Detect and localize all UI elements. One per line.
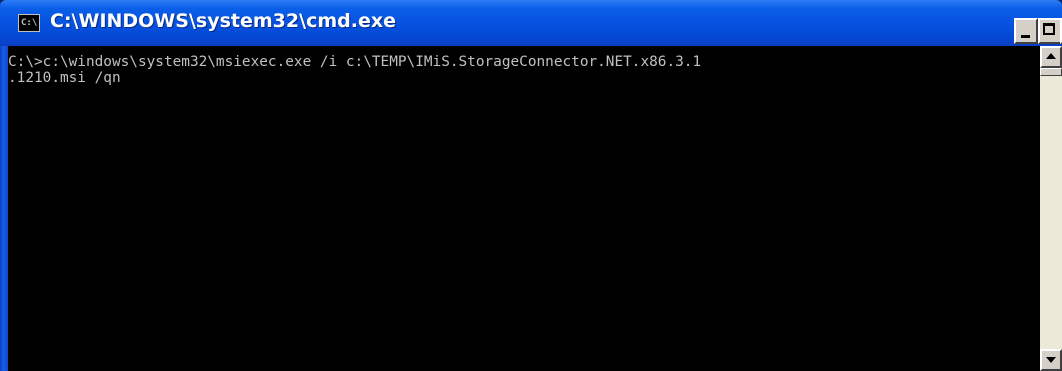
minimize-icon [1021, 35, 1030, 38]
console-output[interactable]: C:\>c:\windows\system32\msiexec.exe /i c… [8, 46, 1040, 371]
title-bar[interactable]: C:\ C:\WINDOWS\system32\cmd.exe × [0, 0, 1062, 46]
window-frame-left [0, 46, 8, 371]
vertical-scrollbar[interactable] [1040, 46, 1062, 371]
scroll-thumb[interactable] [1040, 68, 1062, 76]
console-line: .1210.msi /qn [8, 70, 121, 86]
minimize-button[interactable] [1014, 18, 1038, 44]
console-icon[interactable]: C:\ [18, 14, 40, 32]
scroll-up-button[interactable] [1040, 46, 1062, 68]
scroll-down-button[interactable] [1040, 349, 1062, 371]
console-icon-label: C:\ [21, 18, 38, 28]
window-title: C:\WINDOWS\system32\cmd.exe [50, 10, 396, 32]
cmd-window: C:\ C:\WINDOWS\system32\cmd.exe × C:\>c:… [0, 0, 1062, 371]
maximize-icon [1043, 23, 1055, 35]
console-line: C:\>c:\windows\system32\msiexec.exe /i c… [8, 54, 702, 70]
maximize-button[interactable] [1038, 18, 1062, 44]
arrow-up-icon [1046, 53, 1056, 59]
arrow-down-icon [1046, 357, 1056, 363]
console-text: C:\>c:\windows\system32\msiexec.exe /i c… [8, 46, 1040, 86]
